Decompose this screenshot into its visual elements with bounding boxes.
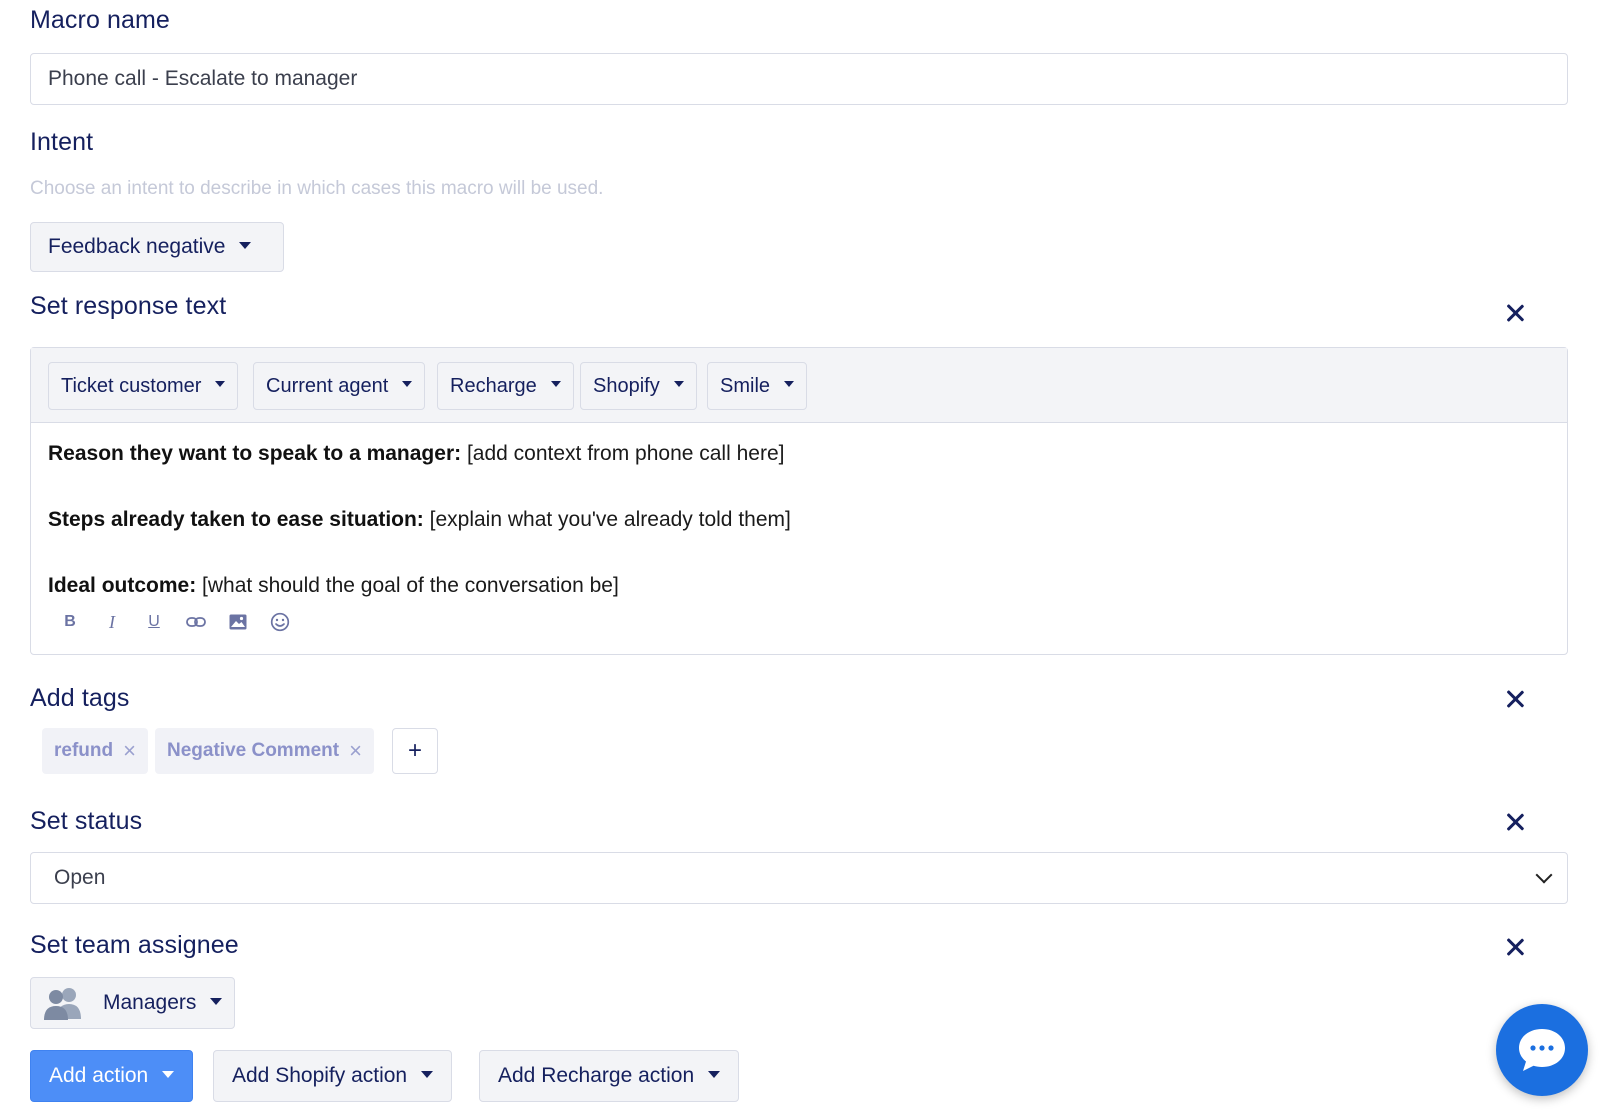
close-icon[interactable] (1502, 934, 1528, 960)
variable-shopify-button[interactable]: Shopify (580, 362, 697, 410)
team-assignee-label: Set team assignee (30, 931, 239, 959)
editor-paragraph: Steps already taken to ease situation: [… (48, 506, 1550, 572)
editor-bold-text: Steps already taken to ease situation: (48, 508, 424, 531)
team-assignee-dropdown[interactable]: Managers (30, 977, 236, 1029)
team-users-icon (44, 988, 81, 1020)
tag-label: refund (54, 740, 114, 761)
add-shopify-action-button[interactable]: Add Shopify action (213, 1050, 453, 1102)
chat-launcher-button[interactable] (1496, 1004, 1588, 1096)
add-tags-label: Add tags (30, 684, 130, 712)
response-text-editor[interactable]: Ticket customer Current agent Recharge S… (30, 347, 1568, 655)
caret-down-icon (402, 381, 413, 387)
link-icon (186, 617, 206, 627)
editor-bold-text: Reason they want to speak to a manager: (48, 442, 462, 465)
editor-text: [explain what you've already told them] (423, 508, 791, 531)
image-icon (229, 614, 247, 630)
close-icon[interactable] (1502, 686, 1528, 712)
caret-down-icon (550, 381, 561, 387)
remove-tag-icon[interactable]: × (123, 740, 136, 762)
status-select[interactable]: Open (30, 852, 1568, 904)
format-toolbar: B I U (49, 608, 301, 636)
caret-down-icon (162, 1070, 175, 1078)
add-recharge-action-label: Add Recharge action (498, 1064, 695, 1087)
variable-button-label: Current agent (266, 374, 389, 397)
editor-text: [what should the goal of the conversatio… (196, 574, 619, 597)
italic-icon: I (109, 611, 115, 632)
underline-button[interactable]: U (133, 608, 175, 636)
add-action-button[interactable]: Add action (30, 1050, 194, 1102)
macro-name-label: Macro name (30, 6, 170, 34)
caret-down-icon (421, 1070, 434, 1078)
variable-current-agent-button[interactable]: Current agent (253, 362, 426, 410)
variable-button-label: Recharge (450, 374, 537, 397)
caret-down-icon (215, 381, 226, 387)
editor-text: [add context from phone call here] (461, 442, 785, 465)
underline-icon: U (148, 613, 160, 630)
close-icon[interactable] (1502, 300, 1528, 326)
intent-dropdown-label: Feedback negative (48, 235, 226, 258)
tag-chip: Negative Comment × (155, 728, 374, 774)
link-button[interactable] (175, 608, 217, 636)
caret-down-icon (239, 241, 252, 249)
variable-recharge-button[interactable]: Recharge (437, 362, 574, 410)
caret-down-icon (210, 997, 223, 1005)
emoji-icon (270, 612, 290, 632)
caret-down-icon (708, 1070, 721, 1078)
add-shopify-action-label: Add Shopify action (232, 1064, 408, 1087)
intent-dropdown[interactable]: Feedback negative (30, 222, 284, 272)
chevron-down-icon (1535, 866, 1553, 884)
italic-button[interactable]: I (91, 608, 133, 636)
chat-bubble-icon (1519, 1029, 1565, 1071)
variable-smile-button[interactable]: Smile (707, 362, 808, 410)
caret-down-icon (673, 381, 684, 387)
intent-label: Intent (30, 128, 94, 156)
add-action-label: Add action (49, 1064, 149, 1087)
status-select-value: Open (54, 866, 106, 889)
add-recharge-action-button[interactable]: Add Recharge action (479, 1050, 740, 1102)
intent-helper-text: Choose an intent to describe in which ca… (30, 178, 604, 199)
variable-button-label: Shopify (593, 374, 660, 397)
remove-tag-icon[interactable]: × (349, 740, 362, 762)
bold-icon: B (64, 613, 76, 630)
variable-button-label: Ticket customer (61, 374, 202, 397)
tag-chip: refund × (42, 728, 148, 774)
variable-ticket-customer-button[interactable]: Ticket customer (48, 362, 239, 410)
close-icon[interactable] (1502, 809, 1528, 835)
caret-down-icon (784, 381, 795, 387)
emoji-button[interactable] (259, 608, 301, 636)
variable-button-label: Smile (720, 374, 771, 397)
tag-label: Negative Comment (167, 740, 340, 761)
macro-name-input[interactable]: Phone call - Escalate to manager (30, 53, 1568, 105)
variable-toolbar: Ticket customer Current agent Recharge S… (31, 348, 1567, 423)
set-status-label: Set status (30, 807, 143, 835)
team-assignee-value: Managers (103, 991, 197, 1014)
editor-bold-text: Ideal outcome: (48, 574, 197, 597)
editor-paragraph: Reason they want to speak to a manager: … (48, 440, 1550, 506)
editor-content[interactable]: Reason they want to speak to a manager: … (31, 423, 1567, 638)
bold-button[interactable]: B (49, 608, 91, 636)
add-tag-button[interactable]: + (392, 728, 438, 774)
image-button[interactable] (217, 608, 259, 636)
response-text-label: Set response text (30, 292, 227, 320)
